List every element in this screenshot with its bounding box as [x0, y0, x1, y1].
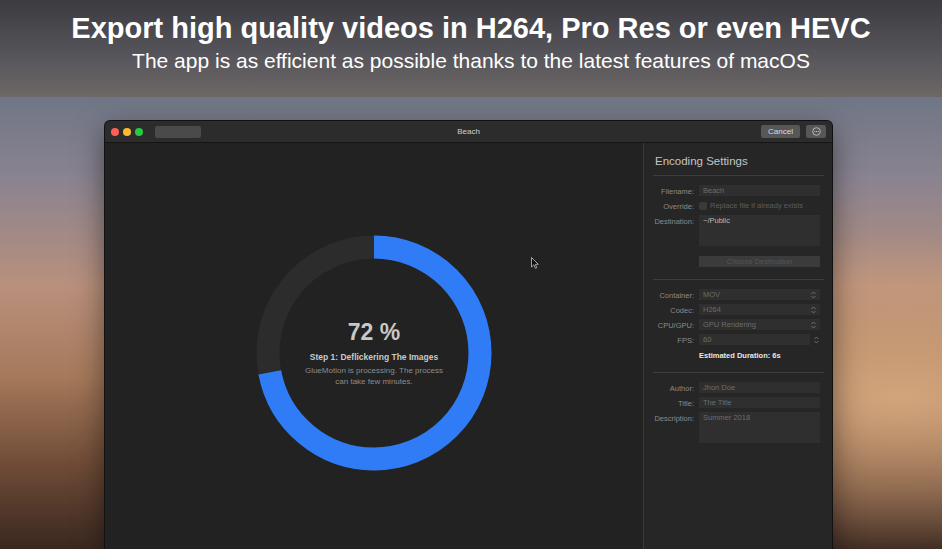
field-value: Summer 2018 [703, 413, 750, 422]
text-field[interactable]: Jhon Doe [699, 382, 820, 393]
title-bar: Beach Cancel [105, 121, 832, 143]
app-window: Beach Cancel 72 % Step 1: Deflickering The … [105, 121, 832, 549]
progress-text: 72 % Step 1: Deflickering The Images GlueM… [304, 319, 444, 387]
field-label: Override: [653, 200, 694, 211]
select-value: GPU Rendering [703, 320, 756, 329]
field-label: Filename: [653, 185, 694, 196]
field-label: Author: [653, 382, 694, 393]
more-icon [812, 127, 821, 136]
stepper-arrows-icon [814, 336, 819, 344]
more-button[interactable] [806, 125, 826, 138]
override-checkbox[interactable] [699, 202, 707, 210]
text-area[interactable]: ~/Public [699, 215, 820, 246]
text-area[interactable]: Summer 2018 [699, 412, 820, 443]
progress-area: 72 % Step 1: Deflickering The Images GlueM… [105, 143, 643, 549]
settings-section: Author: Jhon Doe Title: The Title Descriptio… [653, 373, 820, 455]
field-label: Container: [653, 289, 694, 300]
select-field[interactable]: GPU Rendering [699, 319, 820, 330]
divider [653, 279, 824, 280]
close-icon[interactable] [111, 128, 119, 136]
field-label: CPU/GPU: [653, 319, 694, 330]
stepper: 60 [699, 334, 820, 345]
mouse-cursor-icon [531, 257, 539, 269]
window-body: 72 % Step 1: Deflickering The Images GlueM… [105, 143, 832, 549]
progress-step: Step 1: Deflickering The Images [310, 352, 438, 362]
divider [653, 175, 824, 176]
banner: Export high quality videos in H264, Pro … [0, 0, 942, 97]
field-label: Title: [653, 397, 694, 408]
checkbox-label: Replace file if already exists [710, 201, 803, 210]
text-field[interactable]: Beach [699, 185, 820, 196]
settings-section: Container: MOV Codec: H264 CPU/GPU: GPU Rende… [653, 280, 820, 372]
stepper-value: 60 [703, 335, 711, 344]
progress-percent: 72 % [348, 319, 400, 346]
zoom-icon[interactable] [135, 128, 143, 136]
desktop-wallpaper: Beach Cancel 72 % Step 1: Deflickering The … [0, 97, 942, 549]
window-title: Beach [457, 127, 480, 136]
encoding-settings-panel: Encoding Settings Filename: Beach Override:… [643, 143, 832, 549]
stepper-field[interactable]: 60 [699, 334, 810, 345]
divider [653, 372, 824, 373]
text-field[interactable]: The Title [699, 397, 820, 408]
panel-title: Encoding Settings [653, 155, 820, 175]
page: Export high quality videos in H264, Pro … [0, 0, 942, 549]
stepper-buttons[interactable] [812, 334, 820, 345]
headline: Export high quality videos in H264, Pro … [71, 12, 870, 45]
field-label: FPS: [653, 334, 694, 345]
subtitle: The app is as efficient as possible than… [132, 49, 810, 73]
minimize-icon[interactable] [123, 128, 131, 136]
override-checkbox-row[interactable]: Replace file if already exists [699, 200, 820, 211]
progress-message: GlueMotion is processing. The process ca… [304, 366, 444, 387]
updown-arrows-icon [811, 321, 816, 329]
select-value: H264 [703, 305, 721, 314]
cancel-button[interactable]: Cancel [761, 125, 800, 138]
select-value: MOV [703, 290, 720, 299]
toolbar-button[interactable] [155, 126, 201, 138]
select-field[interactable]: H264 [699, 304, 820, 315]
window-controls [111, 126, 457, 138]
field-label: Description: [653, 412, 694, 443]
choose-destination-button[interactable]: Choose Destination [699, 256, 820, 267]
field-label: Codec: [653, 304, 694, 315]
progress-ring: 72 % Step 1: Deflickering The Images GlueM… [256, 235, 492, 471]
field-value: Beach [703, 186, 724, 195]
field-label: Destination: [653, 215, 694, 246]
field-value: ~/Public [703, 216, 730, 225]
title-actions: Cancel [480, 125, 826, 138]
settings-section: Filename: Beach Override: Replace file if a… [653, 176, 820, 279]
estimated-duration: Estimated Duration: 6s [699, 349, 820, 360]
field-value: The Title [703, 398, 732, 407]
field-value: Jhon Doe [703, 383, 735, 392]
updown-arrows-icon [811, 306, 816, 314]
updown-arrows-icon [811, 291, 816, 299]
select-field[interactable]: MOV [699, 289, 820, 300]
